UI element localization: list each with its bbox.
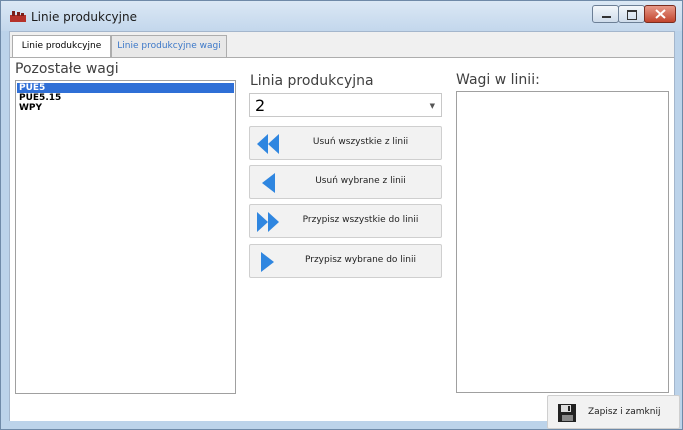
tab-panel: Pozostałe wagi PUE5 PUE5.15 WPY Linia pr… — [10, 57, 680, 429]
assign-selected-label: Przypisz wybrane do linii — [304, 255, 416, 265]
remove-all-button[interactable]: Usuń wszystkie z linii — [249, 126, 442, 160]
title-bar: Linie produkcyjne — [1, 1, 682, 31]
minimize-button[interactable] — [592, 5, 619, 23]
factory-icon — [10, 11, 26, 22]
remove-selected-label: Usuń wybrane z linii — [315, 176, 406, 186]
remaining-scales-label: Pozostałe wagi — [15, 61, 119, 77]
save-and-close-button[interactable]: Zapisz i zamknij — [547, 395, 680, 429]
save-icon — [558, 404, 576, 422]
remove-selected-button[interactable]: Usuń wybrane z linii — [249, 165, 442, 199]
tab-linie-produkcyjne-wagi[interactable]: Linie produkcyjne wagi — [111, 35, 227, 57]
assign-selected-button[interactable]: Przypisz wybrane do linii — [249, 244, 442, 278]
arrow-right-icon — [261, 252, 274, 272]
minimize-icon — [602, 16, 611, 18]
production-line-value: 2 — [255, 96, 266, 115]
close-icon — [655, 9, 666, 19]
window-title: Linie produkcyjne — [31, 10, 137, 24]
list-item[interactable]: WPY — [17, 103, 234, 113]
scales-in-line-list[interactable] — [456, 91, 669, 393]
assign-all-label: Przypisz wszystkie do linii — [302, 215, 419, 225]
arrow-left-icon — [262, 173, 275, 193]
list-item[interactable]: PUE5.15 — [17, 93, 234, 103]
scales-in-line-label: Wagi w linii: — [456, 72, 540, 88]
list-item[interactable]: PUE5 — [17, 83, 234, 93]
production-line-select[interactable]: 2 ▼ — [249, 93, 442, 117]
double-arrow-left-icon — [257, 134, 279, 154]
remove-all-label: Usuń wszystkie z linii — [312, 137, 409, 147]
client-area: Linie produkcyjne Linie produkcyjne wagi… — [9, 31, 680, 429]
app-window: Linie produkcyjne Linie produkcyjne Lini… — [0, 0, 683, 430]
close-button[interactable] — [644, 5, 676, 23]
assign-all-button[interactable]: Przypisz wszystkie do linii — [249, 204, 442, 238]
double-arrow-right-icon — [257, 212, 279, 232]
tab-linie-produkcyjne[interactable]: Linie produkcyjne — [12, 35, 111, 57]
remaining-scales-list[interactable]: PUE5 PUE5.15 WPY — [15, 80, 236, 394]
maximize-button[interactable] — [618, 5, 645, 23]
production-line-label: Linia produkcyjna — [250, 73, 374, 89]
chevron-down-icon: ▼ — [429, 102, 435, 110]
save-and-close-label: Zapisz i zamknij — [588, 407, 661, 417]
tab-strip: Linie produkcyjne Linie produkcyjne wagi — [10, 32, 674, 58]
maximize-icon — [627, 10, 637, 20]
